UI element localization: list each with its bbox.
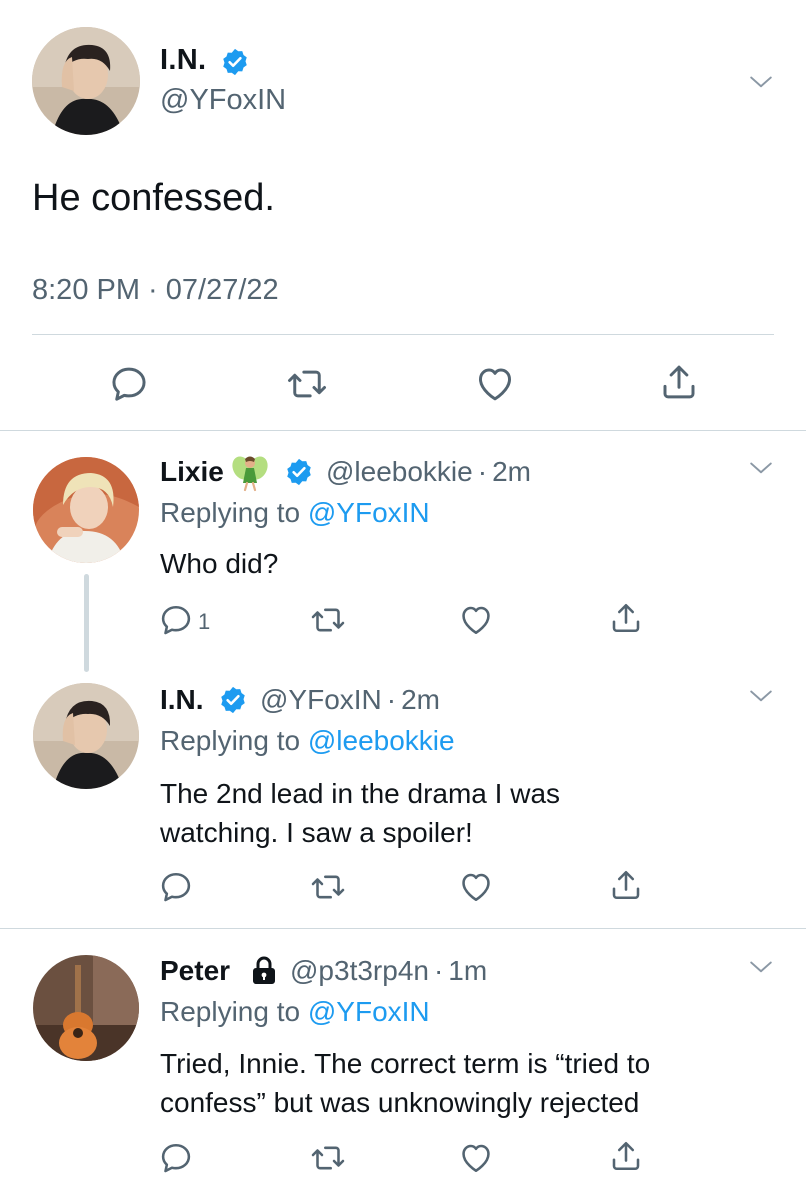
reply-meta: @p3t3rp4n · 1m bbox=[290, 954, 487, 988]
divider bbox=[32, 334, 774, 335]
replying-label: Replying to bbox=[160, 996, 301, 1027]
like-icon bbox=[458, 602, 494, 638]
reply-icon bbox=[158, 602, 194, 638]
reply-text-line: watching. I saw a spoiler! bbox=[160, 817, 473, 848]
share-button[interactable] bbox=[608, 867, 644, 903]
verified-badge-icon bbox=[284, 457, 314, 492]
replying-to-link[interactable]: @YFoxIN bbox=[308, 996, 430, 1027]
retweet-button[interactable] bbox=[310, 1140, 346, 1176]
reply-text: Who did? bbox=[160, 548, 279, 579]
reply-time[interactable]: 2m bbox=[401, 684, 440, 715]
chevron-down-icon[interactable] bbox=[748, 70, 774, 96]
share-button[interactable] bbox=[608, 1138, 644, 1174]
divider bbox=[0, 928, 806, 929]
reply-icon bbox=[158, 869, 194, 905]
main-tweet-text: He confessed. bbox=[32, 177, 275, 219]
replying-label: Replying to bbox=[160, 497, 301, 528]
reply-time[interactable]: 2m bbox=[492, 456, 531, 487]
share-icon bbox=[608, 600, 644, 636]
reply-text-line: confess” but was unknowingly rejected bbox=[160, 1087, 640, 1118]
replying-label: Replying to bbox=[160, 725, 301, 756]
reply-author-name[interactable]: Lixie bbox=[160, 456, 224, 487]
reply-header: Lixie bbox=[160, 455, 224, 489]
verified-badge-icon bbox=[220, 47, 250, 82]
thread-line bbox=[84, 574, 89, 672]
reply-text-line: Tried, Innie. The correct term is “tried… bbox=[160, 1048, 651, 1079]
reply-text: The 2nd lead in the drama I was watching… bbox=[160, 774, 560, 852]
share-icon bbox=[658, 361, 700, 403]
reply-icon bbox=[158, 1140, 194, 1176]
reply-text-line: The 2nd lead in the drama I was bbox=[160, 778, 561, 809]
like-button[interactable] bbox=[474, 363, 516, 405]
separator: · bbox=[433, 955, 444, 986]
retweet-button[interactable] bbox=[310, 869, 346, 905]
avatar-in[interactable] bbox=[33, 683, 139, 789]
like-icon bbox=[458, 1140, 494, 1176]
reply-meta: @leebokkie · 2m bbox=[326, 455, 531, 489]
like-button[interactable] bbox=[458, 869, 494, 905]
reply-meta: @YFoxIN · 2m bbox=[260, 683, 440, 717]
share-icon bbox=[608, 867, 644, 903]
avatar-lixie[interactable] bbox=[33, 457, 139, 563]
share-icon bbox=[608, 1138, 644, 1174]
reply-button[interactable] bbox=[158, 1140, 194, 1176]
lock-icon bbox=[250, 955, 278, 990]
retweet-button[interactable] bbox=[286, 363, 328, 405]
retweet-icon bbox=[310, 602, 346, 638]
replying-to: Replying to @YFoxIN bbox=[160, 996, 430, 1028]
reply-author-name[interactable]: Peter bbox=[160, 955, 230, 986]
avatar-in[interactable] bbox=[32, 27, 140, 135]
reply-author-name[interactable]: I.N. bbox=[160, 684, 204, 715]
reply-button[interactable] bbox=[158, 869, 194, 905]
chevron-down-icon[interactable] bbox=[748, 684, 774, 710]
like-icon bbox=[474, 363, 516, 405]
divider bbox=[0, 430, 806, 431]
reply-button[interactable] bbox=[108, 363, 150, 405]
reply-header: I.N. bbox=[160, 683, 204, 717]
replying-to: Replying to @YFoxIN bbox=[160, 497, 430, 529]
reply-author-handle[interactable]: @YFoxIN bbox=[260, 684, 382, 715]
share-button[interactable] bbox=[658, 361, 700, 403]
main-tweet-timestamp[interactable]: 8:20 PM · 07/27/22 bbox=[32, 274, 279, 307]
like-icon bbox=[458, 869, 494, 905]
replying-to-link[interactable]: @leebokkie bbox=[308, 725, 455, 756]
reply-time[interactable]: 1m bbox=[448, 955, 487, 986]
chevron-down-icon[interactable] bbox=[748, 955, 774, 981]
reply-text: Tried, Innie. The correct term is “tried… bbox=[160, 1044, 650, 1122]
reply-button[interactable] bbox=[158, 602, 194, 638]
separator: · bbox=[386, 684, 397, 715]
share-button[interactable] bbox=[608, 600, 644, 636]
like-button[interactable] bbox=[458, 1140, 494, 1176]
reply-author-handle[interactable]: @leebokkie bbox=[326, 456, 473, 487]
reply-count: 1 bbox=[198, 609, 211, 634]
replying-to: Replying to @leebokkie bbox=[160, 725, 455, 757]
like-button[interactable] bbox=[458, 602, 494, 638]
separator: · bbox=[477, 456, 488, 487]
replying-to-link[interactable]: @YFoxIN bbox=[308, 497, 430, 528]
fairy-emoji bbox=[230, 452, 270, 497]
avatar-peter[interactable] bbox=[33, 955, 139, 1061]
reply-header: Peter bbox=[160, 954, 230, 988]
main-tweet-name[interactable]: I.N. bbox=[160, 44, 206, 77]
retweet-icon bbox=[286, 363, 328, 405]
verified-badge-icon bbox=[218, 685, 248, 720]
retweet-icon bbox=[310, 869, 346, 905]
main-tweet-handle[interactable]: @YFoxIN bbox=[160, 84, 286, 117]
reply-icon bbox=[108, 363, 150, 405]
retweet-button[interactable] bbox=[310, 602, 346, 638]
reply-author-handle[interactable]: @p3t3rp4n bbox=[290, 955, 429, 986]
retweet-icon bbox=[310, 1140, 346, 1176]
chevron-down-icon[interactable] bbox=[748, 456, 774, 482]
